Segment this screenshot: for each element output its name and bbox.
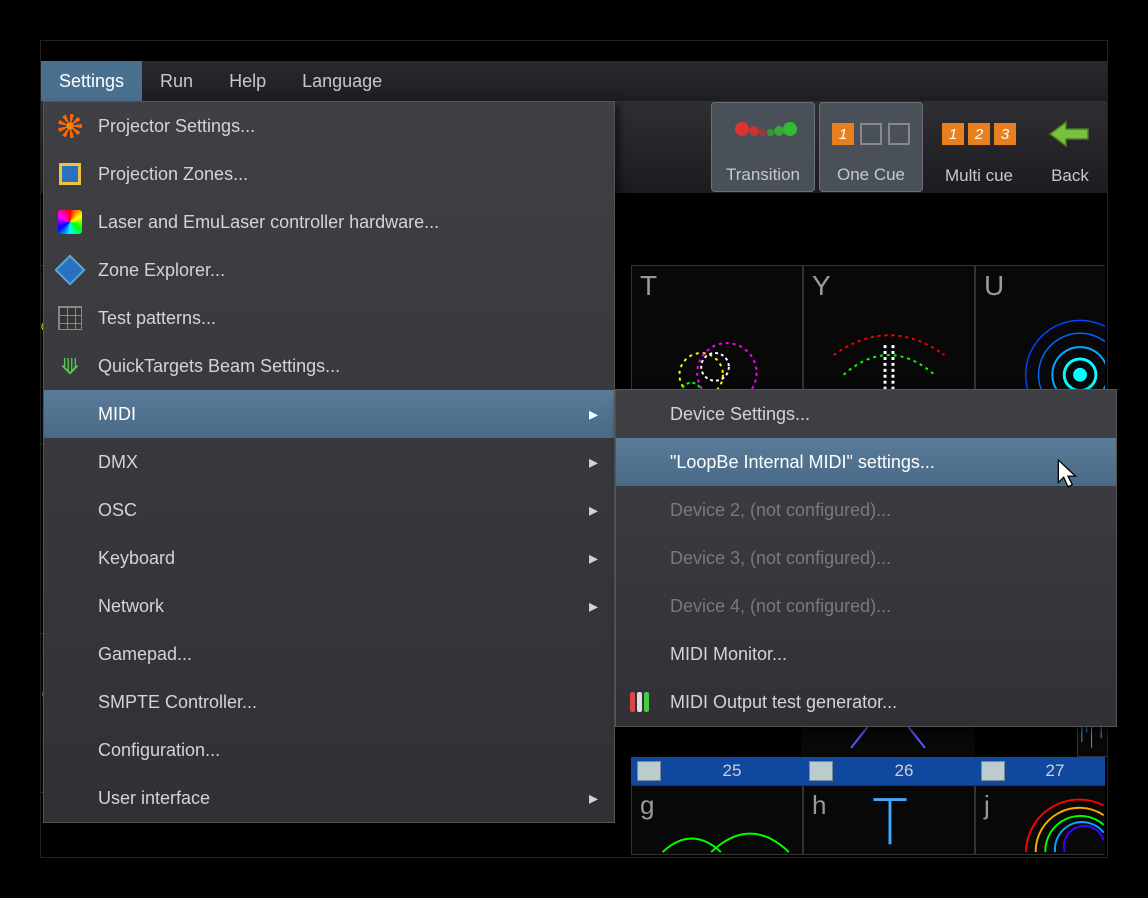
projector-icon <box>58 114 82 138</box>
waveform-icon <box>981 761 1005 781</box>
submenu-arrow-icon: ▸ <box>589 452 598 473</box>
zone-explorer-icon <box>54 254 85 285</box>
waveform-icon <box>637 761 661 781</box>
menu-item-midi[interactable]: MIDI ▸ <box>44 390 614 438</box>
transition-button[interactable]: Transition <box>711 102 815 192</box>
cue-cell[interactable]: g <box>631 785 803 855</box>
cue-number-bar[interactable]: 25 <box>631 757 803 785</box>
submenu-item-device-4[interactable]: Device 4, (not configured)... <box>616 582 1116 630</box>
menu-item-smpte[interactable]: SMPTE Controller... <box>44 678 614 726</box>
laser-thumbnail <box>976 786 1105 854</box>
test-patterns-icon <box>58 306 82 330</box>
menu-item-network[interactable]: Network ▸ <box>44 582 614 630</box>
menu-item-zone-explorer[interactable]: Zone Explorer... <box>44 246 614 294</box>
submenu-arrow-icon: ▸ <box>589 500 598 521</box>
submenu-item-device-3[interactable]: Device 3, (not configured)... <box>616 534 1116 582</box>
multi-cue-icon: 123 <box>927 102 1031 166</box>
back-button[interactable]: Back <box>1035 102 1105 192</box>
multi-cue-button[interactable]: 123 Multi cue <box>927 102 1031 192</box>
cue-hotkey: U <box>984 270 1004 302</box>
cue-cell[interactable]: j <box>975 785 1105 855</box>
menu-item-configuration[interactable]: Configuration... <box>44 726 614 774</box>
submenu-arrow-icon: ▸ <box>589 548 598 569</box>
laser-icon <box>58 210 82 234</box>
menu-item-laser-hardware[interactable]: Laser and EmuLaser controller hardware..… <box>44 198 614 246</box>
submenu-arrow-icon: ▸ <box>589 404 598 425</box>
menu-item-projector-settings[interactable]: Projector Settings... <box>44 102 614 150</box>
submenu-item-loopbe-settings[interactable]: "LoopBe Internal MIDI" settings... <box>616 438 1116 486</box>
submenu-item-device-2[interactable]: Device 2, (not configured)... <box>616 486 1116 534</box>
menu-help[interactable]: Help <box>211 61 284 101</box>
cue-hotkey: j <box>984 790 990 821</box>
one-cue-icon: 1 <box>820 103 922 165</box>
cue-cell[interactable]: h <box>803 785 975 855</box>
back-arrow-icon <box>1035 102 1105 166</box>
beam-icon: ⟱ <box>58 354 82 378</box>
menu-item-dmx[interactable]: DMX ▸ <box>44 438 614 486</box>
menu-item-keyboard[interactable]: Keyboard ▸ <box>44 534 614 582</box>
cue-hotkey: g <box>640 790 654 821</box>
settings-dropdown: Projector Settings... Projection Zones..… <box>43 101 615 823</box>
submenu-arrow-icon: ▸ <box>589 788 598 809</box>
one-cue-button[interactable]: 1 One Cue <box>819 102 923 192</box>
submenu-arrow-icon: ▸ <box>589 596 598 617</box>
menu-item-gamepad[interactable]: Gamepad... <box>44 630 614 678</box>
laser-thumbnail <box>804 786 974 854</box>
menu-settings[interactable]: Settings <box>41 61 142 101</box>
cue-hotkey: T <box>640 270 657 302</box>
app-window: Settings Run Help Language Transition <box>40 40 1108 858</box>
midi-submenu: Device Settings... "LoopBe Internal MIDI… <box>615 389 1117 727</box>
cue-hotkey: h <box>812 790 826 821</box>
menu-item-projection-zones[interactable]: Projection Zones... <box>44 150 614 198</box>
laser-thumbnail <box>632 786 802 854</box>
menubar: Settings Run Help Language <box>41 61 1107 101</box>
submenu-item-midi-output-test[interactable]: MIDI Output test generator... <box>616 678 1116 726</box>
waveform-icon <box>809 761 833 781</box>
menu-run[interactable]: Run <box>142 61 211 101</box>
zones-icon <box>59 163 81 185</box>
menu-item-osc[interactable]: OSC ▸ <box>44 486 614 534</box>
transition-icon <box>712 103 814 165</box>
menu-item-test-patterns[interactable]: Test patterns... <box>44 294 614 342</box>
submenu-item-midi-monitor[interactable]: MIDI Monitor... <box>616 630 1116 678</box>
menu-language[interactable]: Language <box>284 61 400 101</box>
cue-number-bar[interactable]: 27 <box>975 757 1105 785</box>
submenu-item-device-settings[interactable]: Device Settings... <box>616 390 1116 438</box>
menu-item-quicktargets[interactable]: ⟱ QuickTargets Beam Settings... <box>44 342 614 390</box>
cue-hotkey: Y <box>812 270 831 302</box>
cue-number-bar[interactable]: 26 <box>803 757 975 785</box>
midi-output-icon <box>630 692 654 712</box>
menu-item-user-interface[interactable]: User interface ▸ <box>44 774 614 822</box>
